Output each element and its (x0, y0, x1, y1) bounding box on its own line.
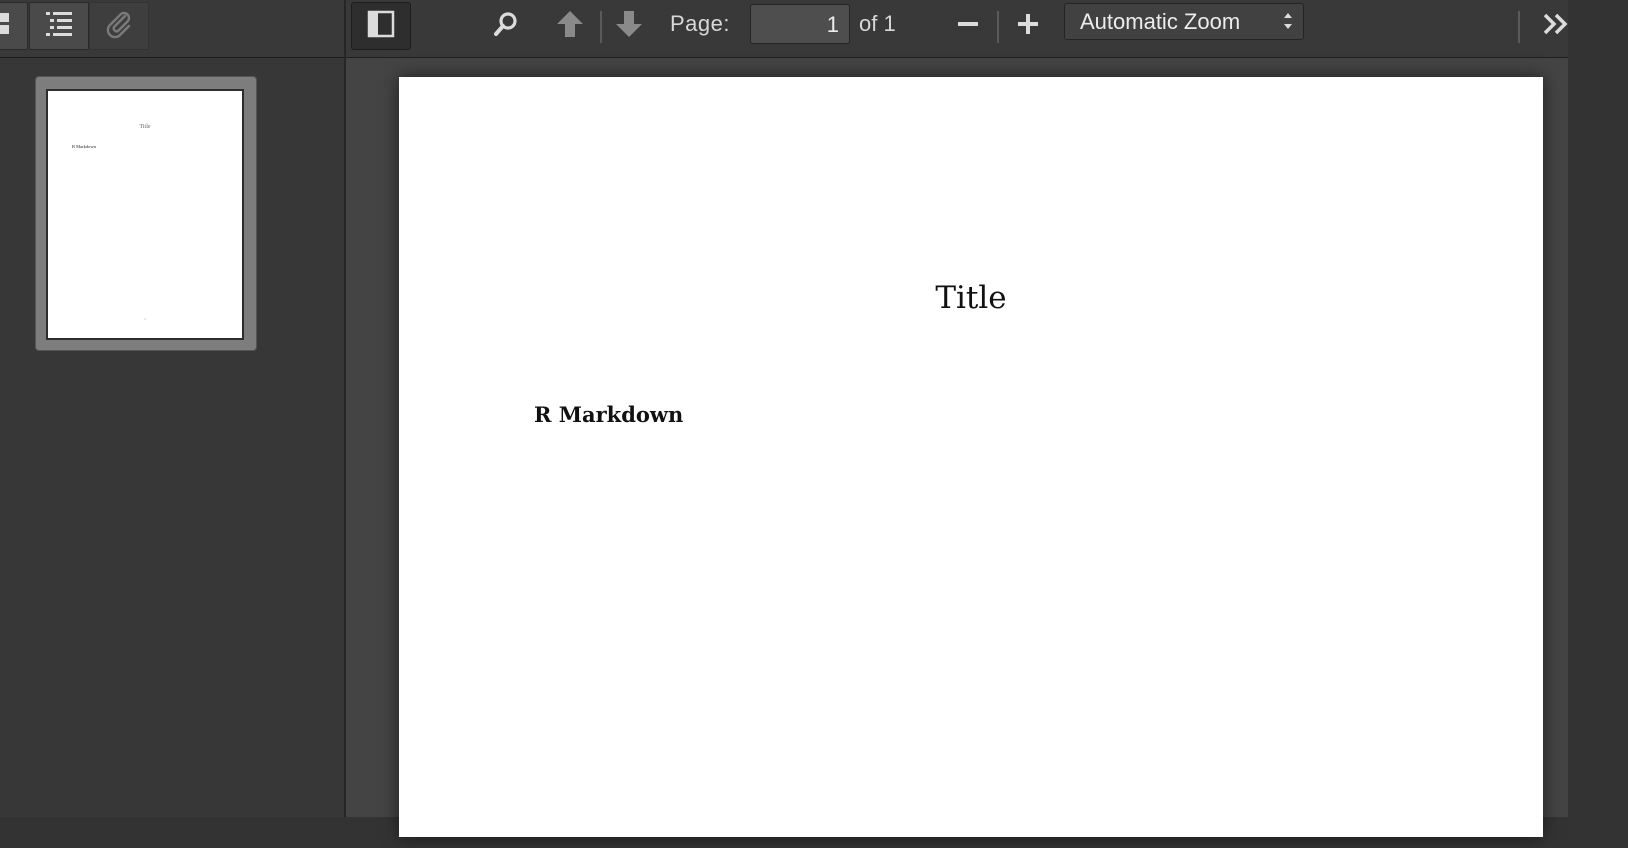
toolbar-separator (600, 11, 602, 43)
zoom-in-button[interactable] (1008, 6, 1048, 46)
thumbnail-heading: R Markdown (72, 144, 96, 149)
document-heading: R Markdown (534, 402, 684, 427)
select-arrows-icon (1282, 10, 1294, 37)
toggle-sidebar-button[interactable] (351, 2, 411, 50)
arrow-up-icon (555, 9, 585, 44)
next-page-button[interactable] (609, 6, 649, 46)
thumbnail-page: Title R Markdown 1 (46, 89, 244, 340)
view-thumbnails-button[interactable] (0, 2, 28, 50)
thumbnail-page-number: 1 (144, 317, 146, 321)
zoom-select-value: Automatic Zoom (1080, 9, 1241, 34)
page-thumbnail[interactable]: Title R Markdown 1 (36, 77, 256, 350)
paperclip-icon (103, 8, 135, 45)
sidebar-toggle-icon (367, 10, 395, 43)
zoom-select[interactable]: Automatic Zoom (1064, 3, 1304, 40)
main-toolbar: Page: 1 of 1 Automatic Zoom (346, 0, 1568, 58)
page-count: of 1 (859, 11, 896, 36)
tools-button[interactable] (1536, 6, 1576, 46)
find-button[interactable] (486, 6, 526, 46)
plus-icon (1016, 12, 1040, 41)
toolbar-separator (997, 11, 999, 43)
page-number-input[interactable]: 1 (750, 4, 850, 44)
page-label: Page: (670, 11, 730, 36)
search-icon (492, 10, 520, 43)
sidebar-toolbar (0, 0, 344, 58)
document-viewer[interactable]: Title R Markdown (346, 58, 1568, 837)
toolbar-separator (1518, 11, 1520, 43)
view-outline-button[interactable] (29, 2, 89, 50)
arrow-down-icon (614, 9, 644, 44)
pdf-page: Title R Markdown (399, 77, 1543, 837)
previous-page-button[interactable] (550, 6, 590, 46)
outline-icon (44, 9, 74, 44)
thumbnails-icon (0, 11, 10, 42)
document-title: Title (935, 280, 1007, 316)
zoom-out-button[interactable] (948, 6, 988, 46)
thumbnail-title: Title (139, 124, 151, 130)
minus-icon (956, 12, 980, 41)
view-attachments-button[interactable] (89, 2, 149, 50)
double-chevron-right-icon (1541, 9, 1571, 44)
